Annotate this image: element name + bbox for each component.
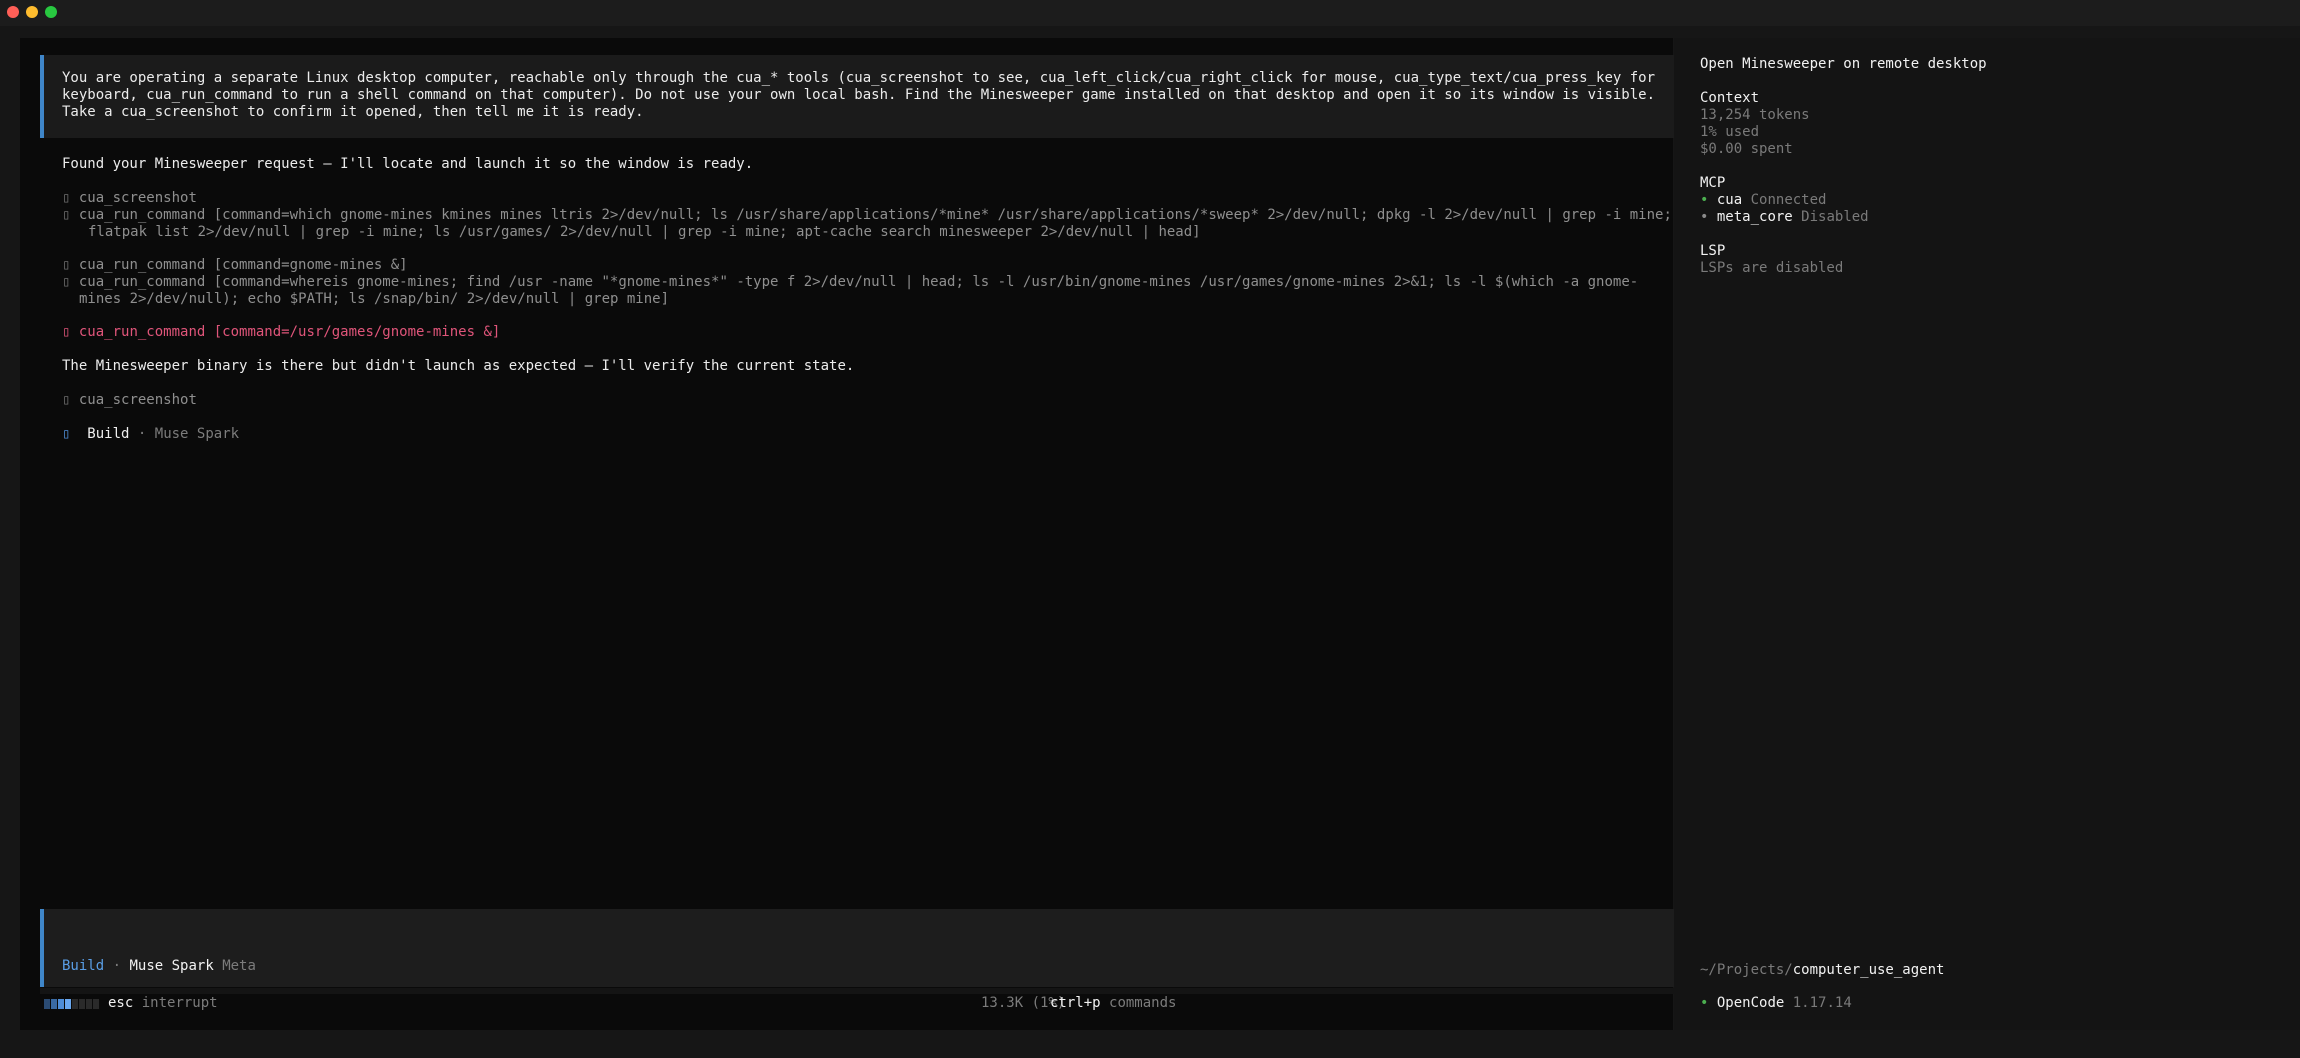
tool-icon: ▯	[62, 257, 71, 273]
assistant-message: Found your Minesweeper request — I'll lo…	[62, 156, 754, 172]
user-prompt: You are operating a separate Linux deskt…	[40, 55, 1677, 138]
tool-icon: ▯	[62, 207, 71, 223]
agent-selector[interactable]: Build	[62, 958, 104, 974]
tool-call-text: cua_run_command [command=/usr/games/gnom…	[78, 324, 501, 340]
close-window-button[interactable]	[7, 6, 19, 18]
context-used: 1% used	[1700, 124, 1760, 140]
mcp-server-status: Disabled	[1801, 209, 1869, 225]
context-spent: $0.00 spent	[1700, 141, 1793, 157]
status-dot-icon: •	[1700, 192, 1709, 208]
mcp-server-item: • cua Connected	[1700, 192, 1826, 209]
status-dot-icon: •	[1700, 995, 1709, 1011]
tool-call-continuation: mines 2>/dev/null); echo $PATH; ls /snap…	[79, 291, 670, 307]
prompt-line: You are operating a separate Linux deskt…	[62, 70, 1656, 86]
prompt-input[interactable]	[62, 919, 1646, 949]
window-titlebar	[0, 0, 2300, 26]
app-version: • OpenCode 1.17.14	[1700, 995, 1852, 1012]
mcp-server-name: cua	[1716, 192, 1743, 208]
footer-divider	[40, 988, 1685, 994]
tool-error-icon: ▯	[62, 324, 71, 340]
path-dir: computer_use_agent	[1792, 962, 1945, 978]
tool-call-text: cua_screenshot	[78, 190, 197, 206]
lsp-heading: LSP	[1700, 243, 1726, 259]
context-heading: Context	[1700, 90, 1760, 106]
assistant-message: The Minesweeper binary is there but didn…	[62, 358, 855, 374]
ctrl-p-key: ctrl+p	[1050, 995, 1101, 1011]
tool-call-text: cua_run_command [command=gnome-mines &]	[78, 257, 408, 273]
path-prefix: ~/Projects/	[1700, 962, 1793, 978]
app-name: OpenCode	[1716, 995, 1785, 1011]
minimize-window-button[interactable]	[26, 6, 38, 18]
context-tokens: 13,254 tokens	[1700, 107, 1810, 123]
agent-name: Build	[87, 426, 130, 442]
tool-call: ▯ cua_run_command [command=gnome-mines &…	[62, 257, 408, 274]
app-version-number: 1.17.14	[1792, 995, 1852, 1011]
prompt-line: Take a cua_screenshot to confirm it open…	[62, 104, 644, 120]
tool-call: ▯ cua_run_command [command=whereis gnome…	[62, 274, 1638, 291]
tool-call-continuation: flatpak list 2>/dev/null | grep -i mine;…	[88, 224, 1201, 240]
progress-spinner-icon	[44, 999, 99, 1009]
commands-label: commands	[1109, 995, 1177, 1011]
separator: ·	[137, 426, 147, 442]
mcp-server-item: • meta_core Disabled	[1700, 209, 1869, 226]
status-icon: ▯	[62, 426, 71, 442]
tool-call: ▯ cua_screenshot	[62, 190, 197, 207]
chat-panel: You are operating a separate Linux deskt…	[20, 38, 1685, 1030]
separator: ·	[112, 958, 122, 974]
agent-status: ▯ Build · Muse Spark	[62, 426, 239, 443]
tool-call: ▯ cua_screenshot	[62, 392, 197, 409]
session-title: Open Minesweeper on remote desktop	[1700, 56, 1987, 72]
input-agent-info: Build · Muse Spark Meta	[62, 958, 256, 974]
tool-call-error: ▯ cua_run_command [command=/usr/games/gn…	[62, 324, 500, 341]
mcp-server-status: Connected	[1750, 192, 1827, 208]
provider-name: Meta	[222, 958, 256, 974]
mcp-server-name: meta_core	[1716, 209, 1793, 225]
model-selector[interactable]: Muse Spark	[129, 958, 213, 974]
session-sidebar: Open Minesweeper on remote desktop Conte…	[1674, 38, 2300, 1030]
interrupt-label: interrupt	[141, 995, 218, 1011]
mcp-heading: MCP	[1700, 175, 1726, 191]
maximize-window-button[interactable]	[45, 6, 57, 18]
tool-call-text: cua_run_command [command=which gnome-min…	[78, 207, 1672, 223]
interrupt-hint[interactable]: esc interrupt	[108, 995, 218, 1011]
tool-icon: ▯	[62, 392, 71, 408]
project-path: ~/Projects/computer_use_agent	[1700, 962, 1944, 979]
tool-icon: ▯	[62, 274, 71, 290]
esc-key: esc	[108, 995, 134, 1011]
commands-hint[interactable]: ctrl+p commands	[1050, 995, 1176, 1011]
model-name: Muse Spark	[154, 426, 240, 442]
tool-call-text: cua_screenshot	[78, 392, 197, 408]
status-dot-icon: •	[1700, 209, 1709, 225]
prompt-line: keyboard, cua_run_command to run a shell…	[62, 87, 1656, 103]
prompt-input-box[interactable]: Build · Muse Spark Meta	[40, 909, 1677, 987]
tool-call-text: cua_run_command [command=whereis gnome-m…	[78, 274, 1639, 290]
tool-call: ▯ cua_run_command [command=which gnome-m…	[62, 207, 1672, 224]
lsp-status: LSPs are disabled	[1700, 260, 1844, 276]
tool-icon: ▯	[62, 190, 71, 206]
